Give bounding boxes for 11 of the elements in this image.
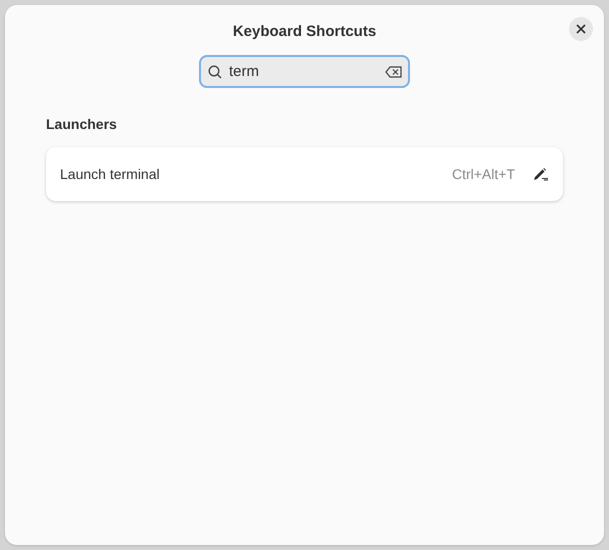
shortcut-label: Launch terminal: [60, 164, 161, 184]
shortcut-row[interactable]: Launch terminal Ctrl+Alt+T: [46, 147, 563, 201]
section-heading: Launchers: [46, 115, 118, 133]
shortcut-keys: Ctrl+Alt+T: [452, 164, 515, 184]
dialog-title: Keyboard Shortcuts: [232, 22, 376, 42]
close-button[interactable]: [569, 17, 593, 41]
clear-icon[interactable]: [385, 66, 402, 78]
close-icon: [576, 24, 586, 34]
edit-icon[interactable]: [533, 167, 549, 181]
search-icon: [208, 65, 222, 79]
search-field[interactable]: term: [199, 55, 410, 88]
